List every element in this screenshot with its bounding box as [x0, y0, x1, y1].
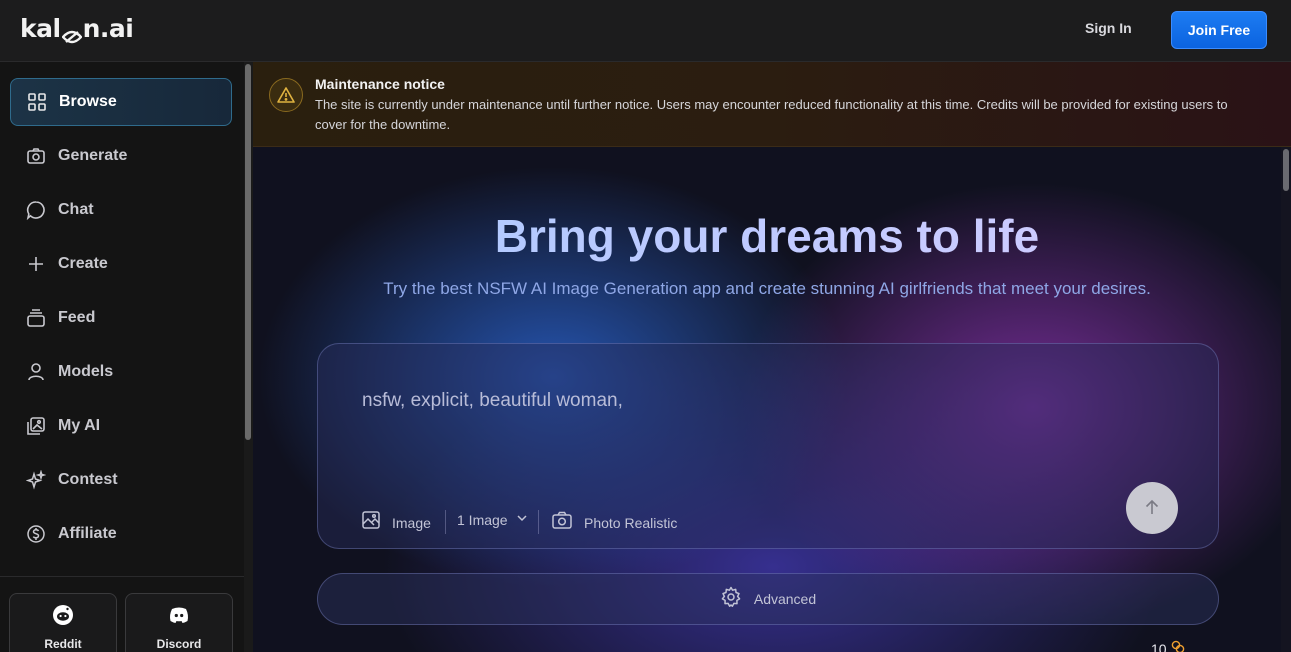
sidebar-item-models[interactable]: Models	[10, 348, 232, 396]
sidebar-item-browse[interactable]: Browse	[10, 78, 232, 126]
grid-icon	[27, 92, 47, 112]
warning-icon	[269, 78, 303, 112]
hero-section: Bring your dreams to life Try the best N…	[253, 147, 1281, 652]
image-mode-button[interactable]: Image	[362, 511, 431, 534]
sidebar-item-label: My AI	[58, 417, 101, 434]
sidebar-item-label: Chat	[58, 201, 94, 218]
camera-icon	[552, 511, 572, 534]
sparkles-icon	[26, 470, 46, 490]
notice-title: Maintenance notice	[315, 76, 445, 92]
sidebar-item-label: Contest	[58, 471, 118, 488]
reddit-button[interactable]: Reddit	[9, 593, 117, 652]
advanced-label: Advanced	[753, 591, 817, 607]
style-selector[interactable]: Photo Realistic	[552, 511, 677, 534]
chevron-down-icon	[516, 511, 528, 529]
reddit-icon	[52, 604, 74, 631]
logo-eye-icon	[60, 22, 83, 43]
discord-button[interactable]: Discord	[125, 593, 233, 652]
arrow-up-icon	[1143, 498, 1161, 519]
sidebar-scrollbar-thumb[interactable]	[245, 64, 251, 440]
images-icon	[26, 416, 46, 436]
main-scrollbar[interactable]	[1281, 147, 1291, 652]
chat-bubble-icon	[26, 200, 46, 220]
sign-in-button[interactable]: Sign In	[1085, 20, 1132, 36]
submit-button[interactable]	[1126, 482, 1178, 534]
hero-headline: Bring your dreams to life	[253, 209, 1281, 263]
logo-prefix: kal	[20, 14, 61, 43]
sidebar-item-label: Affiliate	[58, 525, 117, 542]
dollar-circle-icon	[26, 524, 46, 544]
sidebar-item-chat[interactable]: Chat	[10, 186, 232, 234]
top-header: kal n.ai Sign In Join Free	[0, 0, 1291, 62]
coins-icon	[1171, 640, 1185, 652]
sidebar-item-label: Models	[58, 363, 114, 380]
sidebar-item-feed[interactable]: Feed	[10, 294, 232, 342]
reddit-label: Reddit	[44, 637, 82, 651]
style-label: Photo Realistic	[584, 514, 678, 531]
sidebar-item-affiliate[interactable]: Affiliate	[10, 510, 232, 558]
sidebar-item-create[interactable]: Create	[10, 240, 232, 288]
sidebar-item-generate[interactable]: Generate	[10, 132, 232, 180]
user-icon	[26, 362, 46, 382]
image-count-label: 1 Image	[457, 512, 508, 528]
sidebar-item-label: Browse	[59, 93, 117, 110]
image-count-dropdown[interactable]: 1 Image	[445, 511, 528, 529]
join-free-button[interactable]: Join Free	[1171, 11, 1267, 49]
tool-separator	[538, 510, 539, 534]
sidebar-item-label: Create	[58, 255, 108, 272]
prompt-input[interactable]	[362, 390, 1062, 412]
camera-icon	[26, 146, 46, 166]
gear-icon	[720, 586, 742, 613]
sidebar-item-label: Generate	[58, 147, 128, 164]
prompt-box: Image 1 Image Photo Realistic	[317, 343, 1219, 549]
credits-indicator: 10	[1151, 640, 1185, 652]
image-mode-label: Image	[392, 514, 431, 531]
main-scrollbar-thumb[interactable]	[1283, 149, 1289, 191]
logo-suffix: n.ai	[82, 14, 134, 43]
main-content: Maintenance notice The site is currently…	[253, 62, 1291, 652]
sidebar-divider	[0, 576, 244, 577]
sidebar: Browse Generate Chat Create Feed Models …	[0, 62, 253, 652]
sidebar-item-my-ai[interactable]: My AI	[10, 402, 232, 450]
maintenance-notice: Maintenance notice The site is currently…	[253, 62, 1291, 147]
sidebar-item-contest[interactable]: Contest	[10, 456, 232, 504]
sidebar-item-label: Feed	[58, 309, 96, 326]
credits-value: 10	[1151, 640, 1167, 652]
stack-icon	[26, 308, 46, 328]
logo[interactable]: kal n.ai	[20, 14, 134, 43]
plus-icon	[26, 254, 46, 274]
advanced-button[interactable]: Advanced	[317, 573, 1219, 625]
discord-label: Discord	[156, 637, 202, 651]
hero-subline: Try the best NSFW AI Image Generation ap…	[383, 279, 1151, 298]
discord-icon	[168, 604, 190, 631]
notice-message: The site is currently under maintenance …	[315, 97, 1228, 132]
image-icon	[362, 511, 380, 534]
